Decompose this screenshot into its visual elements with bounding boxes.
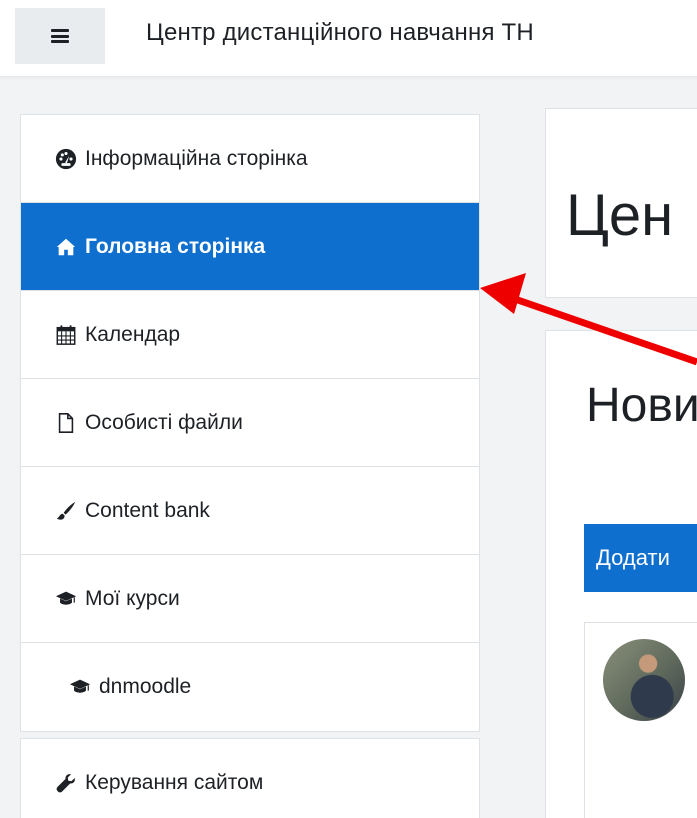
sidebar-item-label: Content bank bbox=[85, 498, 210, 522]
wrench-icon bbox=[55, 772, 77, 794]
calendar-icon bbox=[55, 324, 77, 346]
tachometer-icon bbox=[55, 148, 77, 170]
sidebar-item-dashboard[interactable]: Інформаційна сторінка bbox=[21, 115, 479, 203]
sidebar-item-label: Головна сторінка bbox=[85, 234, 266, 258]
sidebar-item-my-courses[interactable]: Мої курси bbox=[21, 555, 479, 643]
news-post bbox=[584, 622, 697, 818]
page-header-card: Цен bbox=[545, 108, 697, 298]
sidebar-item-home[interactable]: Головна сторінка bbox=[21, 203, 479, 291]
sidebar-item-course-dnmoodle[interactable]: dnmoodle bbox=[21, 643, 479, 731]
drawer-toggle-button[interactable] bbox=[15, 8, 105, 64]
sidebar-item-label: Керування сайтом bbox=[85, 771, 264, 794]
hamburger-icon bbox=[51, 29, 69, 43]
sidebar-nav: Інформаційна сторінка Головна сторінка К… bbox=[20, 114, 480, 732]
avatar[interactable] bbox=[603, 639, 685, 721]
sidebar-item-label: Календар bbox=[85, 322, 181, 346]
sidebar-item-label: dnmoodle bbox=[99, 675, 192, 698]
add-topic-button[interactable]: Додати bbox=[584, 524, 697, 592]
sidebar-item-calendar[interactable]: Календар bbox=[21, 291, 479, 379]
sidebar-item-label: Особисті файли bbox=[85, 410, 243, 434]
file-icon bbox=[55, 412, 77, 434]
sidebar-item-label: Інформаційна сторінка bbox=[85, 146, 308, 170]
sidebar-item-content-bank[interactable]: Content bank bbox=[21, 467, 479, 555]
sidebar-item-label: Мої курси bbox=[85, 586, 180, 610]
site-title[interactable]: Центр дистанційного навчання ТН bbox=[146, 19, 534, 47]
sidebar-admin-nav: Керування сайтом bbox=[20, 738, 480, 818]
graduation-cap-icon bbox=[69, 676, 91, 698]
page-title: Цен bbox=[566, 183, 674, 248]
news-heading: Нови bbox=[586, 379, 697, 432]
sidebar-item-site-administration[interactable]: Керування сайтом bbox=[21, 739, 479, 818]
site-news-card: Нови Додати bbox=[545, 330, 697, 818]
sidebar-item-private-files[interactable]: Особисті файли bbox=[21, 379, 479, 467]
top-navbar: Центр дистанційного навчання ТН bbox=[0, 0, 697, 76]
home-icon bbox=[55, 236, 77, 258]
paintbrush-icon bbox=[55, 500, 77, 522]
graduation-cap-icon bbox=[55, 588, 77, 610]
